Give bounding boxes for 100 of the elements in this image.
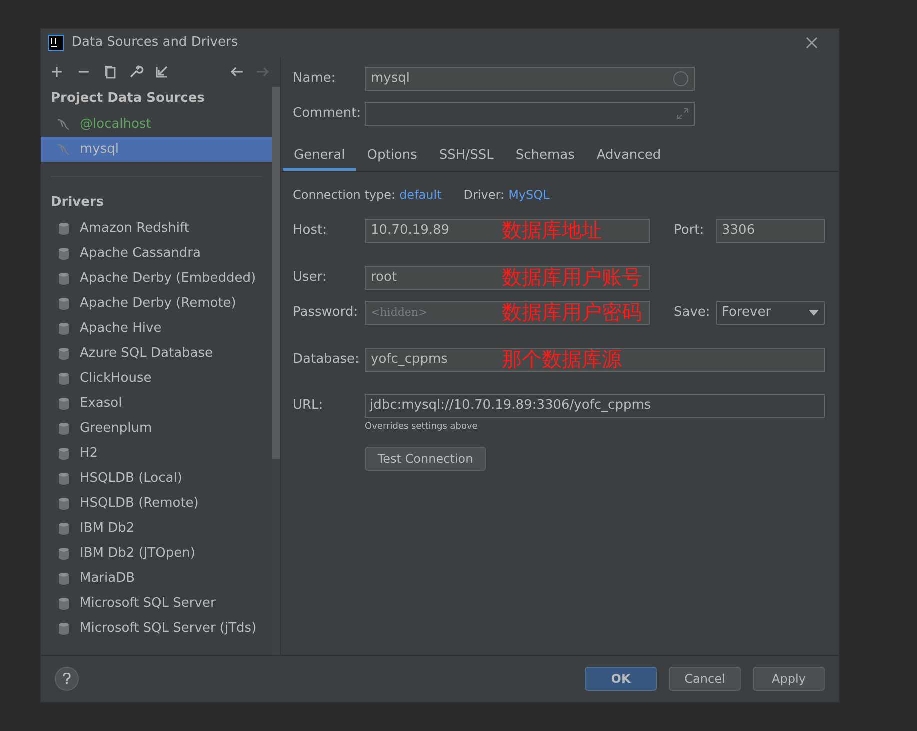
wrench-icon[interactable] bbox=[128, 64, 144, 80]
connection-type-link[interactable]: default bbox=[400, 186, 442, 204]
field-label: URL: bbox=[293, 397, 324, 416]
close-icon bbox=[806, 37, 818, 49]
dropdown-arrow-icon bbox=[809, 310, 819, 316]
name-field[interactable]: mysql bbox=[365, 67, 695, 91]
annotation-text: 数据库地址 bbox=[502, 217, 602, 244]
driver-item[interactable]: ClickHouse bbox=[41, 366, 272, 391]
driver-label: Apache Cassandra bbox=[80, 244, 201, 263]
section-title: Project Data Sources bbox=[50, 90, 206, 108]
driver-item[interactable]: Apache Hive bbox=[41, 316, 272, 341]
test-connection-button[interactable]: Test Connection bbox=[365, 446, 486, 470]
driver-label: Amazon Redshift bbox=[80, 220, 190, 238]
driver-item[interactable]: Apache Derby (Remote) bbox=[41, 291, 272, 316]
database-icon bbox=[56, 220, 72, 236]
driver-item[interactable]: Apache Cassandra bbox=[41, 241, 272, 266]
driver-label: IBM Db2 bbox=[80, 520, 135, 538]
circle-icon bbox=[673, 71, 689, 87]
driver-label: IBM Db2 (JTOpen) bbox=[80, 544, 196, 563]
field-label: Connection type: bbox=[293, 187, 396, 204]
driver-item[interactable]: Azure SQL Database bbox=[41, 341, 272, 366]
data-source-item[interactable]: @localhost bbox=[41, 112, 272, 137]
driver-link[interactable]: MySQL bbox=[508, 186, 550, 204]
driver-label: Microsoft SQL Server bbox=[80, 594, 216, 613]
driver-item[interactable]: Microsoft SQL Server bbox=[41, 591, 272, 616]
database-icon bbox=[56, 246, 72, 262]
database-icon bbox=[56, 346, 72, 362]
port-field[interactable]: 3306 bbox=[716, 219, 825, 243]
driver-item[interactable]: HSQLDB (Remote) bbox=[41, 491, 272, 516]
database-icon bbox=[56, 546, 72, 562]
data-source-label: mysql bbox=[80, 140, 119, 159]
driver-item[interactable]: Exasol bbox=[41, 391, 272, 416]
window-title: Data Sources and Drivers bbox=[72, 34, 240, 52]
driver-item[interactable]: Microsoft SQL Server (jTds) bbox=[41, 616, 272, 641]
driver-item[interactable]: HSQLDB (Local) bbox=[41, 466, 272, 491]
app-logo-icon bbox=[48, 35, 64, 51]
data-source-label: @localhost bbox=[80, 116, 152, 134]
database-icon bbox=[56, 270, 72, 286]
driver-label: HSQLDB (Remote) bbox=[80, 494, 199, 513]
field-label: Port: bbox=[674, 222, 706, 240]
help-icon bbox=[63, 673, 71, 685]
save-dropdown[interactable]: Forever bbox=[716, 301, 825, 325]
comment-field[interactable] bbox=[365, 102, 695, 126]
copy-icon[interactable] bbox=[102, 64, 118, 80]
database-icon bbox=[56, 570, 72, 586]
database-icon bbox=[56, 420, 72, 436]
driver-item[interactable]: IBM Db2 (JTOpen) bbox=[41, 541, 272, 566]
driver-label: Azure SQL Database bbox=[80, 344, 214, 363]
url-field[interactable]: jdbc:mysql://10.70.19.89:3306/yofc_cppms bbox=[365, 394, 825, 418]
driver-label: Greenplum bbox=[80, 420, 152, 438]
database-icon bbox=[56, 496, 72, 512]
driver-item[interactable]: MariaDB bbox=[41, 566, 272, 591]
tab[interactable]: Advanced bbox=[586, 144, 672, 171]
driver-label: H2 bbox=[80, 444, 98, 463]
import-icon[interactable] bbox=[154, 64, 170, 80]
tab[interactable]: Options bbox=[356, 144, 428, 171]
field-label: User: bbox=[293, 269, 328, 288]
annotation-text: 数据库用户密码 bbox=[502, 299, 642, 326]
field-label: Comment: bbox=[293, 105, 362, 124]
dialog-button[interactable]: Cancel bbox=[669, 667, 741, 691]
database-icon bbox=[56, 470, 72, 486]
ok-button[interactable]: OK bbox=[585, 667, 657, 691]
driver-item[interactable]: Greenplum bbox=[41, 416, 272, 441]
driver-item[interactable]: Apache Derby (Embedded) bbox=[41, 266, 272, 291]
database-icon bbox=[56, 320, 72, 336]
field-label: Host: bbox=[293, 222, 328, 240]
tab[interactable]: General bbox=[283, 144, 356, 171]
driver-item[interactable]: H2 bbox=[41, 441, 272, 466]
tab[interactable]: Schemas bbox=[504, 144, 586, 171]
section-title: Drivers bbox=[50, 194, 106, 212]
database-icon bbox=[56, 596, 72, 612]
field-label: Database: bbox=[293, 351, 360, 370]
dialog-button[interactable]: Apply bbox=[753, 667, 825, 691]
user-field[interactable]: root 数据库用户账号 bbox=[365, 266, 650, 290]
annotation-text: 数据库用户账号 bbox=[502, 264, 642, 291]
expand-icon bbox=[677, 108, 689, 120]
help-button[interactable] bbox=[55, 667, 79, 691]
database-icon bbox=[56, 370, 72, 386]
field-label: Driver: bbox=[464, 187, 505, 204]
tab[interactable]: SSH/SSL bbox=[428, 144, 505, 171]
field-label: Save: bbox=[674, 304, 712, 322]
driver-label: MariaDB bbox=[80, 570, 136, 588]
annotation-text: 那个数据库源 bbox=[502, 346, 622, 373]
database-field[interactable]: yofc_cppms 那个数据库源 bbox=[365, 348, 825, 372]
driver-item[interactable]: Amazon Redshift bbox=[41, 216, 272, 241]
database-icon bbox=[56, 446, 72, 462]
driver-item[interactable]: IBM Db2 bbox=[41, 516, 272, 541]
host-field[interactable]: 10.70.19.89 数据库地址 bbox=[365, 219, 650, 243]
driver-label: Microsoft SQL Server (jTds) bbox=[80, 620, 257, 638]
database-icon bbox=[56, 620, 72, 636]
driver-label: HSQLDB (Local) bbox=[80, 470, 182, 488]
driver-label: Apache Hive bbox=[80, 320, 162, 338]
driver-label: ClickHouse bbox=[80, 370, 152, 388]
url-hint: Overrides settings above bbox=[365, 421, 479, 434]
database-icon bbox=[56, 396, 72, 412]
driver-label: Apache Derby (Embedded) bbox=[80, 270, 256, 288]
scrollbar-thumb[interactable] bbox=[272, 87, 280, 459]
database-icon bbox=[56, 520, 72, 536]
field-label: Name: bbox=[293, 70, 337, 88]
field-label: Password: bbox=[293, 304, 360, 322]
